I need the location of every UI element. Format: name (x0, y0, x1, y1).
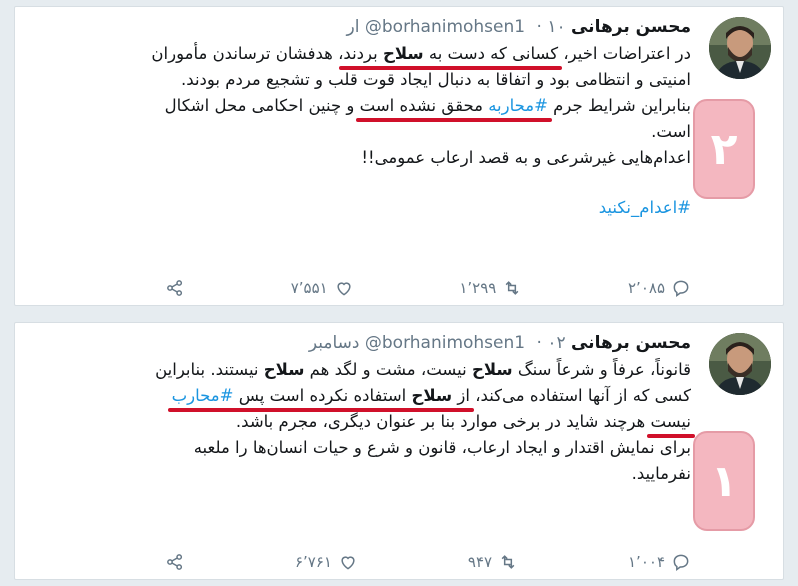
author-handle[interactable]: @borhanimohsen1 (365, 17, 525, 37)
text-line: کسی که از آنها استفاده می‌کند، از سلاح ا… (33, 383, 691, 412)
reply-count: ۲٬۰۸۵ (628, 279, 665, 297)
text-segment: از (452, 386, 470, 405)
tweet-card-2[interactable]: محسن برهانی @borhanimohsen1 · ۱۰ ار در ا… (14, 6, 784, 306)
retweet-button[interactable]: ۹۴۷ (468, 552, 518, 572)
text-segment: هرچند شاید در برخی موارد بنا بر عنوان دی… (235, 412, 651, 431)
text-segment: است. (651, 122, 691, 141)
author-name[interactable]: محسن برهانی (571, 333, 691, 353)
like-icon (337, 282, 351, 296)
reply-button[interactable]: ۲٬۰۸۵ (628, 278, 691, 298)
share-button[interactable] (165, 278, 185, 298)
hashtag-link[interactable]: #اعدام_نکنید (599, 198, 691, 217)
text-line: در اعتراضات اخیر، کسانی که دست به سلاح ب… (33, 41, 691, 70)
share-icon (167, 554, 183, 570)
text-segment: بنابراین شرایط جرم (547, 96, 691, 115)
text-segment: کسی که از آنها استفاده می‌کند، (469, 386, 691, 405)
tweet-card-1[interactable]: محسن برهانی @borhanimohsen1 · ۰۲ دسامبر … (14, 322, 784, 580)
text-segment: استفاده نکرده است پس (233, 386, 412, 405)
text-line: اعدام‌هایی غیرشرعی و به قصد ارعاب عمومی!… (33, 145, 691, 171)
like-icon (341, 556, 355, 570)
share-icon (167, 280, 183, 296)
retweet-count: ۱٬۲۹۹ (459, 279, 497, 297)
underlined-phrase: نیست (646, 409, 695, 438)
text-line: #اعدام_نکنید (33, 195, 691, 221)
bold-word: سلاح (263, 360, 305, 379)
text-segment: کسانی که دست به (423, 44, 559, 63)
text-line: بنابراین شرایط جرم #محاربه محقق نشده است… (33, 93, 691, 122)
text-segment: اعدام‌هایی غیرشرعی و به قصد ارعاب عمومی!… (361, 148, 691, 167)
hashtag-link[interactable]: #محارب (172, 386, 234, 405)
text-line: برای نمایش اقتدار و ایجاد ارعاب، قانون و… (33, 435, 691, 461)
text-segment: و چنین احکامی محل اشکال (164, 96, 360, 115)
tweet-text: قانوناً، عرفاً و شرعاً سنگ سلاح نیست، مش… (33, 357, 695, 487)
text-segment: نیستند. بنابراین (155, 360, 264, 379)
author-name[interactable]: محسن برهانی (571, 17, 691, 37)
text-line: امنیتی و انتظامی بود و اتفاقا به دنبال ا… (33, 67, 691, 93)
number-badge: ۲ (693, 99, 755, 199)
reply-icon (673, 554, 689, 571)
underlined-phrase: کسانی که دست به سلاح بردند (339, 41, 562, 70)
text-segment: امنیتی و انتظامی بود و اتفاقا به دنبال ا… (181, 70, 691, 89)
reply-icon (673, 280, 689, 297)
retweet-icon (505, 281, 519, 295)
number-badge: ۱ (693, 431, 755, 531)
share-button[interactable] (165, 552, 185, 572)
text-segment: نفرمایید. (631, 464, 691, 483)
text-line: است. (33, 119, 691, 145)
text-line: قانوناً، عرفاً و شرعاً سنگ سلاح نیست، مش… (33, 357, 691, 383)
text-line: نیست هرچند شاید در برخی موارد بنا بر عنو… (33, 409, 695, 438)
tweet-header: محسن برهانی @borhanimohsen1 · ۰۲ دسامبر (35, 331, 691, 355)
underlined-phrase: #محاربه محقق نشده است (355, 93, 553, 122)
hashtag-link[interactable]: #محاربه (488, 96, 548, 115)
reply-count: ۱٬۰۰۴ (628, 553, 665, 571)
bold-word: سلاح (471, 360, 513, 379)
text-segment: محقق نشده است (359, 96, 489, 115)
like-count: ۷٬۵۵۱ (290, 279, 328, 297)
text-segment: قانوناً، عرفاً و شرعاً سنگ (512, 360, 691, 379)
bold-word: سلاح (382, 44, 424, 63)
retweet-button[interactable]: ۱٬۲۹۹ (459, 278, 522, 298)
retweet-icon (501, 555, 515, 569)
tweet-actions: ۲٬۰۸۵ ۱٬۲۹۹ ۷٬۵۵۱ (165, 275, 691, 301)
text-segment: نیست، مشت و لگد هم (304, 360, 472, 379)
author-handle[interactable]: @borhanimohsen1 (365, 333, 525, 353)
text-segment: ، هدفشان ترساندن مأموران (151, 44, 344, 63)
tweet-header: محسن برهانی @borhanimohsen1 · ۱۰ ار (35, 15, 691, 39)
avatar[interactable] (709, 17, 771, 79)
text-segment: برای نمایش اقتدار و ایجاد ارعاب، قانون و… (193, 438, 691, 457)
text-segment: در اعتراضات اخیر، (558, 44, 691, 63)
text-segment: نیست (650, 412, 692, 431)
like-count: ۶٬۷۶۱ (294, 553, 332, 571)
retweet-count: ۹۴۷ (467, 553, 493, 571)
tweet-actions: ۱٬۰۰۴ ۹۴۷ ۶٬۷۶۱ (165, 549, 691, 575)
tweet-text: در اعتراضات اخیر، کسانی که دست به سلاح ب… (33, 41, 691, 221)
like-button[interactable]: ۶٬۷۶۱ (295, 552, 358, 572)
underlined-phrase: از سلاح استفاده نکرده است پس #محارب (167, 383, 475, 412)
like-button[interactable]: ۷٬۵۵۱ (291, 278, 354, 298)
text-segment: بردند (343, 44, 383, 63)
bold-word: سلاح (411, 386, 453, 405)
text-line: نفرمایید. (33, 461, 691, 487)
reply-button[interactable]: ۱٬۰۰۴ (628, 552, 691, 572)
avatar[interactable] (709, 333, 771, 395)
